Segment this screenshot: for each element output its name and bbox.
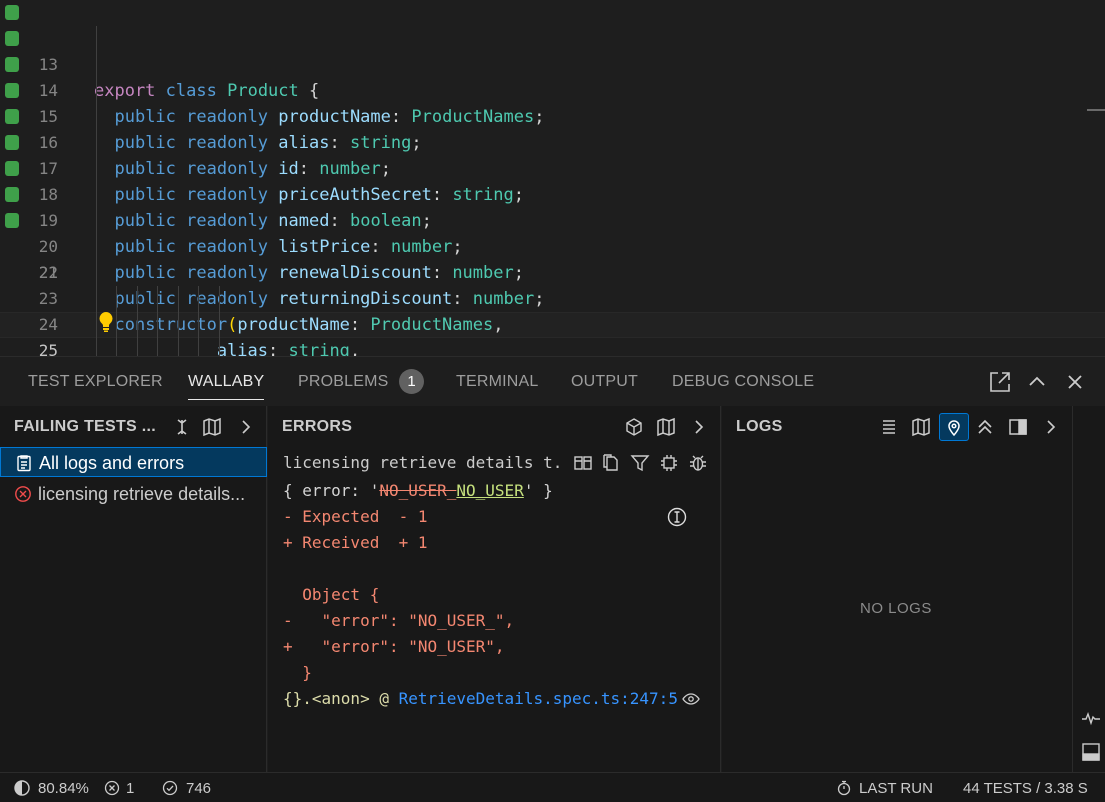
indent-guide — [198, 286, 199, 356]
stack-trace-link[interactable]: RetrieveDetails.spec.ts:247:5 — [399, 689, 678, 708]
code-line[interactable]: 26 price: number, — [0, 338, 1105, 356]
close-panel-icon[interactable] — [1063, 370, 1087, 394]
chevron-right-icon[interactable] — [689, 417, 709, 437]
code-line[interactable]: 14 public readonly productName: ProductN… — [0, 26, 1105, 127]
failing-tests-pane: FAILING TESTS ... All logs and errors li… — [0, 406, 267, 772]
indent-guide — [116, 286, 117, 356]
code-line[interactable]: 16 public readonly id: number; — [0, 78, 1105, 179]
last-run-label[interactable]: LAST RUN — [859, 780, 933, 797]
code-line[interactable]: 23 constructor(productName: ProductNames… — [0, 260, 1105, 335]
indent-guide — [157, 286, 158, 356]
panel-layout-icon[interactable] — [1081, 742, 1101, 762]
code-line[interactable]: 22 — [0, 234, 1105, 282]
code-line[interactable]: 13 export class Product { — [0, 0, 1105, 101]
code-line[interactable]: 20 public readonly renewalDiscount: numb… — [0, 182, 1105, 283]
diff-expected: - Expected - 1 — [283, 507, 428, 526]
stopwatch-icon — [836, 780, 852, 796]
no-logs-message: NO LOGS — [860, 600, 932, 617]
diff-object-close: } — [283, 663, 312, 682]
maximize-panel-icon[interactable] — [1025, 370, 1049, 394]
diff-plus-line: + "error": "NO_USER", — [283, 637, 505, 656]
panel-tab-bar: TEST EXPLORER WALLABY PROBLEMS TERMINAL … — [0, 356, 1105, 406]
chip-icon[interactable] — [659, 453, 679, 473]
coverage-marker — [5, 5, 19, 20]
error-count[interactable]: 1 — [126, 780, 134, 797]
stack-trace: {}.<anon> @ RetrieveDetails.spec.ts:247:… — [283, 689, 678, 708]
code-editor[interactable]: 13 export class Product { 14 public read… — [0, 0, 1105, 356]
errors-title: ERRORS — [282, 418, 353, 435]
tests-summary[interactable]: 44 TESTS / 3.38 S — [963, 780, 1088, 797]
copy-icon[interactable] — [601, 453, 621, 473]
indent-guide — [219, 286, 220, 356]
passed-count[interactable]: 746 — [186, 780, 211, 797]
coverage-marker — [5, 187, 19, 202]
error-test-name[interactable]: licensing retrieve details t... — [283, 453, 563, 472]
chevron-right-icon[interactable] — [1041, 417, 1061, 437]
minimap-slider[interactable] — [1087, 109, 1105, 111]
filter-icon[interactable] — [630, 453, 650, 473]
list-item-failing-test[interactable]: licensing retrieve details... — [0, 479, 267, 509]
errors-pane: ERRORS licensing retrieve details t... {… — [268, 406, 721, 772]
diff-minus-line: - "error": "NO_USER_", — [283, 611, 515, 630]
map-icon[interactable] — [202, 417, 222, 437]
pin-icon[interactable] — [944, 417, 964, 437]
tab-wallaby[interactable]: WALLABY — [188, 373, 265, 400]
open-in-editor-icon[interactable] — [988, 370, 1012, 394]
logs-pane: LOGS NO LOGS — [722, 406, 1072, 772]
failing-tests-title: FAILING TESTS ... — [14, 418, 156, 435]
split-view-icon[interactable] — [573, 453, 593, 473]
code-line-current[interactable]: 25 id: number, — [0, 312, 1105, 356]
status-bar: 80.84% 1 746 LAST RUN 44 TESTS / 3.38 S — [0, 772, 1105, 802]
map-icon[interactable] — [911, 417, 931, 437]
error-count-icon — [104, 780, 120, 796]
tab-debug-console[interactable]: DEBUG CONSOLE — [672, 373, 814, 391]
tab-problems[interactable]: PROBLEMS — [298, 373, 389, 391]
passed-count-icon — [162, 780, 178, 796]
clipboard-icon — [15, 454, 33, 472]
coverage-marker — [5, 161, 19, 176]
logs-title: LOGS — [736, 418, 783, 435]
code-line[interactable]: 21 public readonly returningDiscount: nu… — [0, 208, 1105, 309]
code-line[interactable]: 19 public readonly listPrice: number; — [0, 156, 1105, 257]
error-circle-icon — [14, 485, 32, 503]
lightbulb-icon[interactable] — [97, 311, 115, 333]
eye-icon[interactable] — [682, 690, 700, 708]
diff-received: + Received + 1 — [283, 533, 428, 552]
indent-guide — [178, 286, 179, 356]
tab-output[interactable]: OUTPUT — [571, 373, 638, 391]
stack-icon[interactable] — [879, 417, 899, 437]
code-line[interactable]: 17 public readonly priceAuthSecret: stri… — [0, 104, 1105, 205]
side-panel-icon[interactable] — [1008, 417, 1028, 437]
chevron-right-icon[interactable] — [236, 417, 256, 437]
coverage-percent[interactable]: 80.84% — [38, 780, 89, 797]
pulse-icon[interactable] — [1081, 708, 1101, 728]
error-object-line: { error: 'NO_USER_NO_USER' } — [283, 481, 553, 500]
collapse-all-icon[interactable] — [975, 417, 995, 437]
coverage-marker — [5, 83, 19, 98]
list-item-all-logs[interactable]: All logs and errors — [0, 447, 267, 477]
package-icon[interactable] — [624, 417, 644, 437]
code-line[interactable]: 18 public readonly named: boolean; — [0, 130, 1105, 231]
side-strip — [1072, 406, 1105, 772]
diff-object-open: Object { — [283, 585, 380, 604]
coverage-marker — [5, 57, 19, 72]
tab-terminal[interactable]: TERMINAL — [456, 373, 539, 391]
collapse-icon[interactable] — [172, 417, 192, 437]
coverage-marker — [5, 109, 19, 124]
code-line[interactable]: 24 alias: string, — [0, 286, 1105, 356]
map-icon[interactable] — [656, 417, 676, 437]
indent-guide — [96, 26, 97, 356]
text-cursor-icon — [666, 506, 688, 528]
coverage-marker — [5, 213, 19, 228]
indent-guide — [137, 286, 138, 356]
code-line[interactable]: 15 public readonly alias: string; — [0, 52, 1105, 153]
problems-count-badge: 1 — [399, 369, 424, 394]
coverage-marker — [5, 135, 19, 150]
coverage-marker — [5, 31, 19, 46]
tab-test-explorer[interactable]: TEST EXPLORER — [28, 373, 163, 391]
debug-icon[interactable] — [688, 453, 708, 473]
coverage-icon — [14, 780, 30, 796]
